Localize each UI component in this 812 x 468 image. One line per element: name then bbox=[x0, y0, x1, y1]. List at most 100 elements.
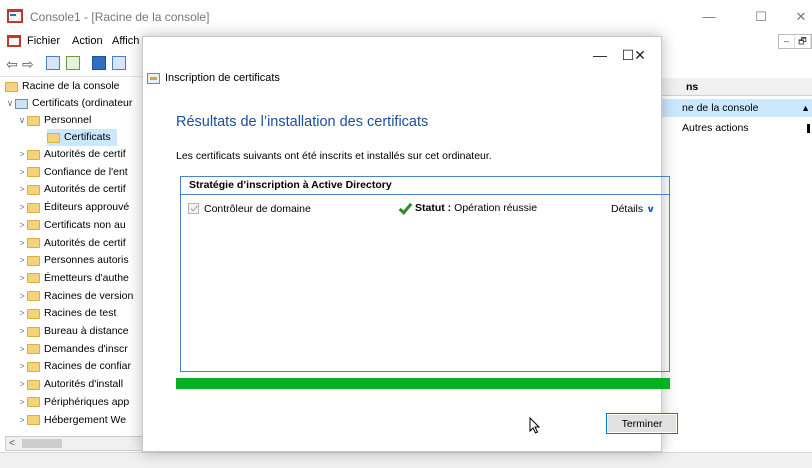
child-minimize-button[interactable]: – bbox=[779, 35, 795, 48]
tree-folder-label: Certificats non au bbox=[44, 218, 126, 231]
dialog-caption-label: Inscription de certificats bbox=[165, 72, 280, 84]
tree-folder-item[interactable]: > Bureau à distance bbox=[17, 323, 128, 340]
tree-folder-label: Confiance de l'ent bbox=[44, 165, 128, 178]
tree-computer-certificates[interactable]: ∨ Certificats (ordinateur bbox=[5, 95, 133, 112]
tree-folder-item[interactable]: > Racines de version bbox=[17, 288, 133, 305]
chevron-right-icon[interactable]: > bbox=[17, 305, 27, 322]
tree-folder-item[interactable]: > Émetteurs d'authe bbox=[17, 270, 129, 287]
chevron-right-icon[interactable]: > bbox=[17, 270, 27, 287]
chevron-right-icon[interactable]: > bbox=[17, 394, 27, 411]
chevron-down-icon[interactable]: ∨ bbox=[5, 95, 15, 112]
folder-icon bbox=[47, 132, 60, 143]
chevron-right-icon[interactable]: > bbox=[17, 288, 27, 305]
tree-personnel[interactable]: ∨ Personnel bbox=[17, 112, 92, 129]
minimize-button[interactable]: — bbox=[694, 6, 724, 28]
certificate-row: Contrôleur de domaine Statut : Opération… bbox=[181, 199, 669, 219]
chevron-down-icon[interactable]: ∨ bbox=[646, 204, 656, 215]
folder-icon bbox=[27, 326, 40, 337]
dialog-close-button[interactable]: ✕ bbox=[623, 45, 657, 65]
folder-icon bbox=[27, 202, 40, 213]
status-indicator: Statut : Opération réussie bbox=[398, 202, 537, 214]
status-value: Opération réussie bbox=[454, 202, 538, 214]
menu-fichier[interactable]: Fichier bbox=[27, 35, 60, 47]
child-restore-button[interactable]: 🗗 bbox=[795, 35, 811, 48]
tree-computer-label: Certificats (ordinateur bbox=[32, 97, 133, 109]
back-arrow-icon[interactable]: ⇦ bbox=[6, 56, 18, 73]
chevron-right-icon[interactable]: > bbox=[17, 199, 27, 216]
chevron-right-icon[interactable]: > bbox=[17, 217, 27, 234]
chevron-right-icon[interactable]: > bbox=[17, 164, 27, 181]
folder-icon bbox=[27, 238, 40, 248]
status-label: Statut : bbox=[415, 202, 452, 214]
folder-icon bbox=[27, 167, 40, 178]
tree-folder-item[interactable]: > Confiance de l'ent bbox=[17, 164, 128, 181]
console-title: Console1 - [Racine de la console] bbox=[30, 10, 210, 24]
properties-icon[interactable] bbox=[112, 56, 126, 70]
tree-folder-label: Hébergement We bbox=[44, 413, 127, 426]
tree-folder-item[interactable]: > Certificats non au bbox=[17, 217, 126, 234]
collapse-arrow-icon[interactable]: ▲ bbox=[801, 99, 810, 117]
actions-other-actions[interactable]: Autres actions bbox=[682, 122, 749, 134]
actions-selected-item[interactable]: ne de la console ▲ bbox=[662, 99, 812, 117]
actions-header: ns bbox=[662, 78, 812, 96]
scroll-left-icon[interactable]: < bbox=[9, 437, 15, 450]
tree-folder-item[interactable]: > Personnes autoris bbox=[17, 252, 129, 269]
dialog-heading: Résultats de l’installation des certific… bbox=[176, 114, 429, 130]
close-button[interactable]: ✕ bbox=[786, 6, 812, 28]
export-list-icon[interactable] bbox=[66, 56, 80, 70]
tree-root-label: Racine de la console bbox=[22, 80, 120, 92]
details-toggle[interactable]: Détails ∨ bbox=[611, 203, 656, 215]
tree-folder-item[interactable]: > Autorités de certif bbox=[17, 146, 126, 163]
help-icon[interactable] bbox=[92, 56, 106, 70]
tree-folder-label: Autorités de certif bbox=[44, 183, 126, 196]
show-tree-icon[interactable] bbox=[46, 56, 60, 70]
tree-folder-label: Personnes autoris bbox=[44, 254, 129, 267]
tree-folder-item[interactable]: > Périphériques app bbox=[17, 394, 129, 411]
chevron-right-icon[interactable]: > bbox=[17, 341, 27, 358]
folder-icon bbox=[27, 397, 40, 408]
submenu-arrow-icon bbox=[807, 124, 810, 133]
maximize-button[interactable]: ☐ bbox=[746, 6, 776, 28]
chevron-right-icon[interactable]: > bbox=[17, 412, 27, 429]
chevron-down-icon[interactable]: ∨ bbox=[17, 112, 27, 129]
chevron-right-icon[interactable]: > bbox=[17, 252, 27, 269]
tree-folder-item[interactable]: > Éditeurs approuvé bbox=[17, 199, 129, 216]
chevron-right-icon[interactable]: > bbox=[17, 181, 27, 198]
folder-icon bbox=[27, 273, 40, 284]
menu-action[interactable]: Action bbox=[72, 35, 103, 47]
chevron-right-icon[interactable]: > bbox=[17, 146, 27, 163]
chevron-right-icon[interactable]: > bbox=[17, 235, 27, 252]
success-check-icon bbox=[398, 202, 410, 214]
details-label: Détails bbox=[611, 203, 644, 215]
tree-folder-label: Autorités de certif bbox=[44, 148, 126, 160]
tree-folder-item[interactable]: > Racines de confiar bbox=[17, 358, 131, 375]
certificate-enrollment-dialog: — ☐ ✕ Inscription de certificats Résulta… bbox=[142, 36, 678, 452]
progress-bar bbox=[176, 378, 670, 389]
chevron-right-icon[interactable]: > bbox=[17, 358, 27, 375]
finish-button[interactable]: Terminer bbox=[606, 413, 678, 434]
dialog-caption: Inscription de certificats bbox=[147, 72, 280, 84]
forward-arrow-icon[interactable]: ⇨ bbox=[22, 56, 34, 73]
tree-folder-item[interactable]: > Racines de test bbox=[17, 305, 116, 322]
folder-icon bbox=[27, 291, 40, 302]
chevron-right-icon[interactable]: > bbox=[17, 376, 27, 393]
document-icon bbox=[7, 35, 21, 47]
tree-folder-label: Éditeurs approuvé bbox=[44, 201, 130, 214]
tree-folder-item[interactable]: > Autorités de certif bbox=[17, 181, 126, 198]
certificate-checkbox[interactable] bbox=[188, 203, 199, 214]
tree-folder-item[interactable]: > Hébergement We bbox=[17, 412, 126, 429]
console-tree: Racine de la console ∨ Certificats (ordi… bbox=[5, 78, 145, 428]
tree-folder-item[interactable]: > Autorités de certif bbox=[17, 235, 125, 252]
tree-folder-item[interactable]: > Demandes d'inscr bbox=[17, 341, 127, 358]
computer-icon bbox=[15, 98, 28, 109]
tree-root[interactable]: Racine de la console bbox=[5, 78, 119, 95]
tree-certificats[interactable]: Certificats bbox=[47, 129, 117, 146]
scroll-thumb[interactable] bbox=[22, 439, 62, 448]
tree-folder-item[interactable]: > Autorités d'install bbox=[17, 376, 123, 393]
tree-folder-label: Autorités d'install bbox=[44, 378, 124, 391]
menu-affichage[interactable]: Affich bbox=[112, 35, 139, 47]
chevron-right-icon[interactable]: > bbox=[17, 323, 27, 340]
enrollment-policy-panel: Stratégie d’inscription à Active Directo… bbox=[180, 176, 670, 372]
actions-selected-label: ne de la console bbox=[682, 102, 759, 114]
tree-folder-label: Racines de test bbox=[44, 307, 117, 320]
